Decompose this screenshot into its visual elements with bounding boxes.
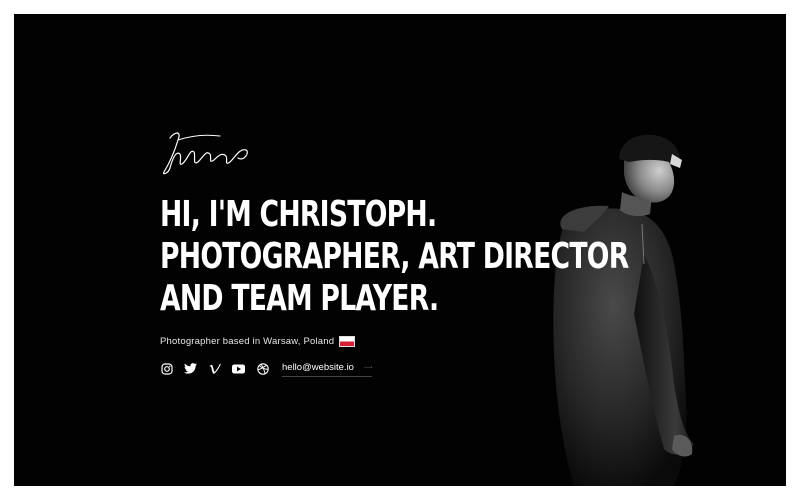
- hero-subtitle: Photographer based in Warsaw, Poland: [160, 336, 356, 347]
- arrow-right-icon: ⟶: [364, 365, 373, 371]
- instagram-icon[interactable]: [160, 362, 173, 375]
- youtube-icon[interactable]: [232, 362, 245, 375]
- signature-logo: [160, 126, 254, 178]
- twitter-icon[interactable]: [184, 362, 197, 375]
- subtitle-text: Photographer based in Warsaw, Poland: [160, 336, 335, 347]
- headline-line-2: PHOTOGRAPHER, ART DIRECTOR: [160, 236, 629, 277]
- headline-line-1: HI, I'M CHRISTOPH.: [160, 194, 437, 235]
- hero-section: HI, I'M CHRISTOPH. PHOTOGRAPHER, ART DIR…: [14, 14, 786, 486]
- poland-flag-icon: [339, 336, 356, 347]
- headline-line-3: AND TEAM PLAYER.: [160, 278, 439, 319]
- dribbble-icon[interactable]: [256, 362, 269, 375]
- vimeo-icon[interactable]: [208, 362, 221, 375]
- email-link[interactable]: hello@website.io: [282, 362, 372, 377]
- social-links: [160, 362, 280, 375]
- hero-headline: HI, I'M CHRISTOPH. PHOTOGRAPHER, ART DIR…: [160, 194, 629, 320]
